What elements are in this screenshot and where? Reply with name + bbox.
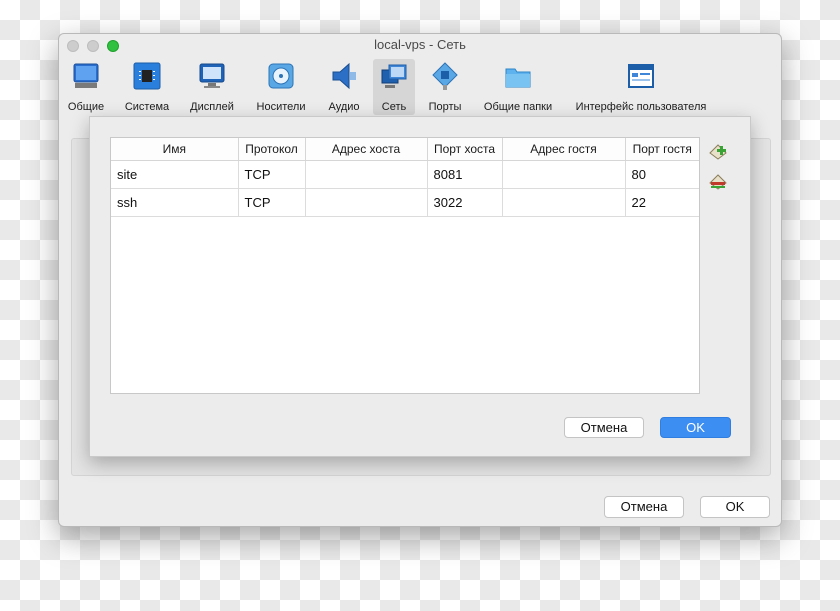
shared-folder-icon [505, 68, 531, 88]
settings-toolbar: Общие Система Дисплей Носители Аудио Сет… [59, 56, 781, 116]
cell-name[interactable]: ssh [111, 188, 239, 217]
tab-audio[interactable]: Аудио [323, 59, 365, 115]
tab-shared-folders[interactable]: Общие папки [479, 59, 557, 115]
tab-display[interactable]: Дисплей [185, 59, 239, 115]
cancel-button[interactable]: Отмена [604, 496, 684, 518]
speaker-icon [332, 62, 356, 90]
column-header-protocol[interactable]: Протокол [238, 138, 306, 161]
dialog-cancel-button[interactable]: Отмена [564, 417, 644, 438]
remove-rule-icon[interactable] [708, 171, 728, 191]
cell-protocol[interactable]: TCP [238, 188, 306, 217]
cell-guest-port[interactable]: 22 [625, 188, 699, 217]
cell-host-port[interactable]: 8081 [427, 160, 503, 189]
dialog-ok-button[interactable]: OK [660, 417, 731, 438]
tab-system[interactable]: Система [121, 59, 173, 115]
network-icon [381, 64, 407, 88]
cell-guest-port[interactable]: 80 [625, 160, 699, 189]
ok-button[interactable]: OK [700, 496, 770, 518]
minimize-window-button[interactable] [87, 40, 99, 52]
tab-network[interactable]: Сеть [373, 59, 415, 115]
ports-connector-icon [432, 62, 458, 90]
cell-host-port[interactable]: 3022 [427, 188, 503, 217]
table-row[interactable]: ssh TCP 3022 22 [111, 188, 699, 217]
column-header-guest-port[interactable]: Порт гостя [625, 138, 699, 161]
system-chip-icon [133, 62, 161, 90]
column-header-name[interactable]: Имя [111, 138, 239, 161]
display-monitor-icon [199, 63, 225, 88]
tab-ports[interactable]: Порты [423, 59, 467, 115]
cell-guest-address[interactable] [502, 188, 626, 217]
port-forwarding-dialog: Имя Протокол Адрес хоста Порт хоста Адре… [89, 116, 751, 457]
close-window-button[interactable] [67, 40, 79, 52]
cell-host-address[interactable] [305, 188, 428, 217]
cell-protocol[interactable]: TCP [238, 160, 306, 189]
column-header-guest-address[interactable]: Адрес гостя [502, 138, 626, 161]
column-header-host-address[interactable]: Адрес хоста [305, 138, 428, 161]
table-row[interactable]: site TCP 8081 80 [111, 160, 699, 189]
user-interface-icon [628, 64, 654, 88]
tab-storage[interactable]: Носители [253, 59, 309, 115]
storage-disk-icon [268, 63, 294, 89]
add-rule-icon[interactable] [708, 141, 728, 161]
cell-name[interactable]: site [111, 160, 239, 189]
tab-general[interactable]: Общие [63, 59, 109, 115]
window-title: local-vps - Сеть [374, 37, 466, 52]
table-header-row: Имя Протокол Адрес хоста Порт хоста Адре… [111, 138, 699, 161]
cell-host-address[interactable] [305, 160, 428, 189]
cell-guest-address[interactable] [502, 160, 626, 189]
maximize-window-button[interactable] [107, 40, 119, 52]
general-icon [73, 63, 99, 88]
title-bar: local-vps - Сеть [59, 34, 781, 56]
tab-user-interface[interactable]: Интерфейс пользователя [571, 59, 711, 115]
port-forwarding-table[interactable]: Имя Протокол Адрес хоста Порт хоста Адре… [110, 137, 700, 394]
column-header-host-port[interactable]: Порт хоста [427, 138, 503, 161]
